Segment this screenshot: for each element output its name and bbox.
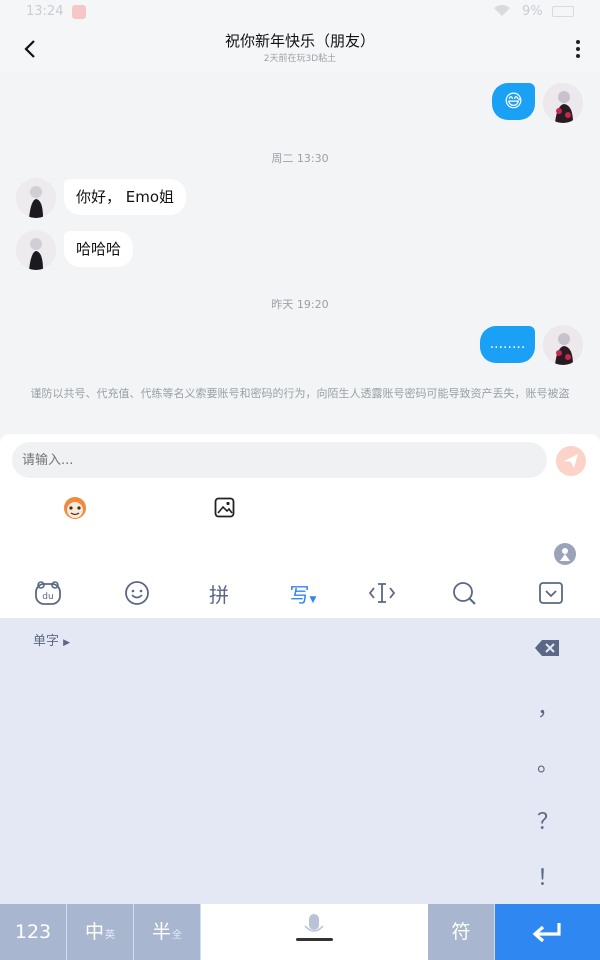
enter-key[interactable] (495, 904, 600, 960)
friend-avatar[interactable] (16, 178, 56, 218)
message-input[interactable] (12, 442, 547, 478)
send-icon (564, 454, 578, 468)
keyboard-bottom-row: 123 中英 半全 符 (0, 904, 600, 960)
backspace-icon[interactable] (534, 638, 561, 658)
comma-key[interactable]: ， (528, 690, 568, 722)
emoji-icon[interactable] (120, 580, 154, 610)
space-key[interactable] (201, 904, 428, 960)
handwriting-label: 写 (289, 583, 310, 607)
more-options-icon[interactable] (574, 38, 582, 60)
enter-icon (532, 923, 561, 943)
single-char-label: 单字 (33, 634, 60, 649)
input-panel: du 拼 写▼ (0, 434, 600, 618)
dropdown-arrow-icon: ▼ (309, 595, 317, 605)
time-separator: 昨天 19:20 (271, 298, 329, 311)
wifi-icon (494, 5, 510, 16)
svg-text:du: du (42, 592, 53, 602)
expand-arrow-icon: ▶ (63, 638, 71, 648)
battery-icon (552, 6, 574, 17)
chat-title: 祝你新年快乐（朋友） (224, 32, 375, 50)
single-char-toggle[interactable]: 单字 ▶ (33, 630, 70, 649)
app-notification-icon (72, 5, 86, 19)
status-time: 13:24 (26, 4, 64, 19)
message-bubble-outgoing[interactable]: ........ (480, 326, 535, 363)
microphone-icon (296, 914, 333, 941)
keyboard-toolbar: du 拼 写▼ (0, 574, 600, 618)
handwriting-pad[interactable]: 单字 ▶ ， 。 ？ ！ (0, 618, 600, 904)
message-bubble-incoming[interactable]: 哈哈哈 (64, 231, 134, 267)
exclamation-key[interactable]: ！ (528, 860, 568, 892)
handwriting-mode[interactable]: 写▼ (286, 580, 320, 610)
friend-avatar[interactable] (16, 230, 56, 270)
message-text: ........ (489, 336, 526, 352)
send-button[interactable] (556, 446, 586, 476)
number-key[interactable]: 123 (0, 904, 67, 960)
symbol-key[interactable]: 符 (428, 904, 495, 960)
hide-keyboard-icon[interactable] (534, 580, 568, 610)
my-avatar[interactable] (543, 325, 583, 365)
half-full-width-key[interactable]: 半全 (134, 904, 201, 960)
message-list: 😅 周二 13:30 你好， Emo姐 哈哈哈 昨天 19:20 .......… (0, 72, 600, 434)
chat-subtitle: 2天前在玩3D粘土 (263, 54, 337, 64)
chinese-label: 中 (84, 921, 104, 943)
assistant-icon[interactable] (553, 542, 577, 566)
sticker-icon[interactable] (60, 494, 90, 520)
my-avatar[interactable] (543, 83, 583, 123)
status-bar: 13:24 9% (0, 0, 600, 26)
full-label: 全 (172, 930, 182, 941)
photo-icon[interactable] (214, 497, 235, 518)
security-warning: 谨防以共号、代充值、代练等名义索要账号和密码的行为，向陌生人透露账号密码可能导致… (30, 387, 570, 400)
message-text: 😅 (504, 91, 523, 112)
message-bubble-outgoing[interactable]: 😅 (492, 83, 535, 120)
period-key[interactable]: 。 (528, 746, 568, 778)
chinese-english-key[interactable]: 中英 (67, 904, 134, 960)
chat-header: 祝你新年快乐（朋友） 2天前在玩3D粘土 (0, 26, 600, 72)
cursor-icon[interactable] (365, 580, 399, 610)
message-bubble-incoming[interactable]: 你好， Emo姐 (64, 179, 187, 215)
half-label: 半 (151, 921, 171, 943)
question-key[interactable]: ？ (528, 804, 568, 836)
pinyin-mode[interactable]: 拼 (202, 580, 236, 610)
english-label: 英 (105, 930, 115, 941)
battery-percent: 9% (522, 4, 543, 19)
search-icon[interactable] (447, 580, 481, 610)
baidu-input-icon[interactable]: du (31, 580, 65, 610)
time-separator: 周二 13:30 (271, 152, 329, 165)
